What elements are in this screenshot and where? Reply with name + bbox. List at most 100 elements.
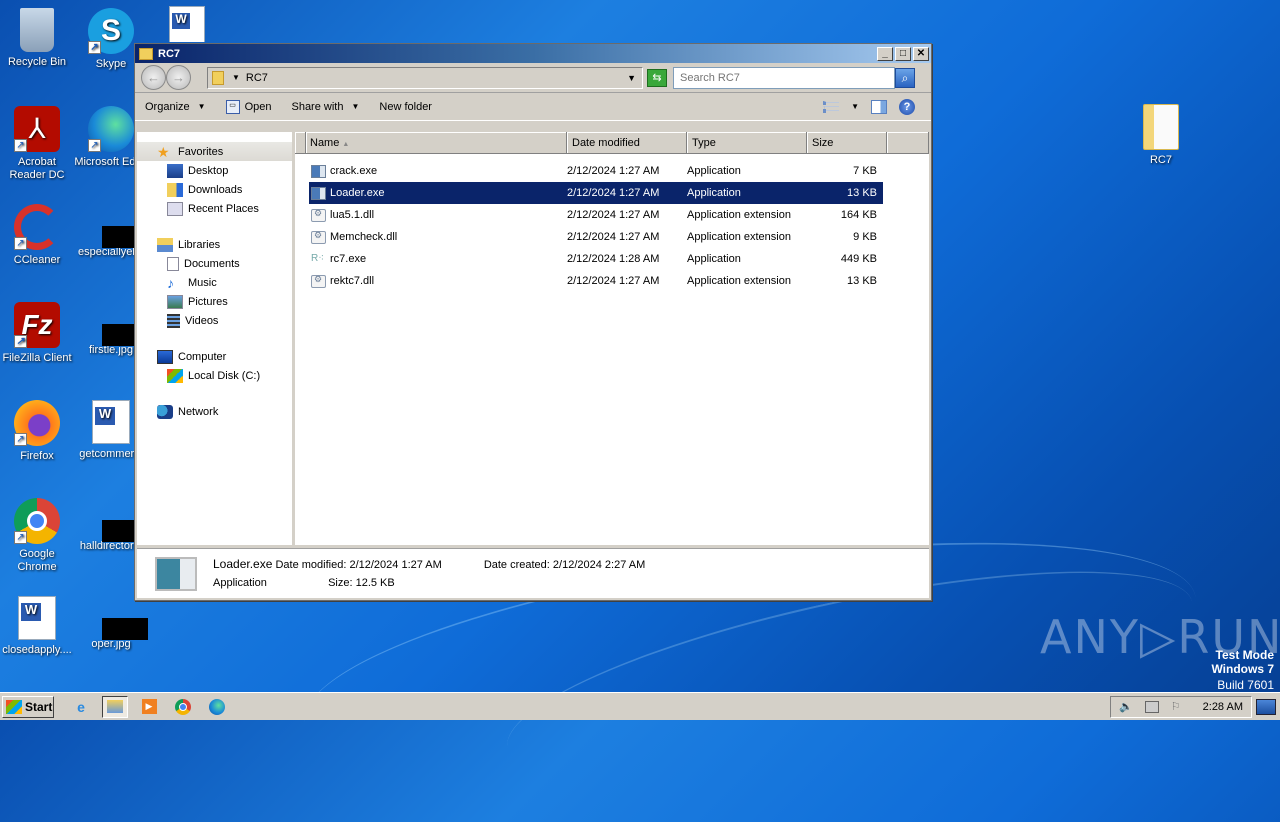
details-created: 2/12/2024 2:27 AM: [552, 558, 646, 571]
window-title: RC7: [158, 47, 181, 60]
network-tray-icon[interactable]: [1144, 700, 1159, 713]
close-button[interactable]: ✕: [913, 46, 929, 61]
column-size[interactable]: Size: [807, 132, 887, 154]
desktop-icon-chrome[interactable]: ↗ Google Chrome: [0, 498, 74, 574]
file-row[interactable]: rektc7.dll 2/12/2024 1:27 AM Application e…: [309, 270, 883, 292]
title-bar[interactable]: RC7 _ □ ✕: [135, 44, 931, 63]
help-icon[interactable]: ?: [899, 98, 915, 115]
nav-recent-places[interactable]: Recent Places: [137, 199, 292, 218]
word-doc-icon: W: [92, 400, 130, 444]
volume-icon[interactable]: 🔈: [1119, 700, 1133, 713]
libraries-icon: [157, 237, 173, 252]
image-file-icon: [88, 310, 148, 346]
nav-videos[interactable]: Videos: [137, 311, 292, 330]
view-dropdown-icon[interactable]: ▼: [851, 102, 859, 111]
address-bar[interactable]: ▼ RC7 ▼: [207, 66, 643, 89]
nav-downloads[interactable]: Downloads: [137, 180, 292, 199]
chrome-taskbar-icon[interactable]: [170, 696, 196, 718]
videos-icon: [167, 313, 180, 328]
nav-desktop[interactable]: Desktop: [137, 161, 292, 180]
search-box[interactable]: [673, 66, 895, 89]
file-row[interactable]: lua5.1.dll 2/12/2024 1:27 AM Application e…: [309, 204, 883, 226]
desktop-icon-firefox[interactable]: ↗ Firefox: [0, 400, 74, 463]
maximize-button[interactable]: □: [895, 46, 911, 61]
nav-music[interactable]: ♪ Music: [137, 273, 292, 292]
file-row[interactable]: R⁖ rc7.exe 2/12/2024 1:28 AM Application 449…: [309, 248, 883, 270]
file-row[interactable]: Memcheck.dll 2/12/2024 1:27 AM Application…: [309, 226, 883, 248]
show-desktop-button[interactable]: [1256, 698, 1276, 715]
details-filename: Loader.exe: [213, 557, 273, 571]
application-icon: [311, 186, 326, 200]
minimize-button[interactable]: _: [877, 46, 893, 61]
view-options-icon[interactable]: [823, 100, 840, 113]
open-icon: ▭: [225, 99, 240, 114]
details-modified-label: Date modified:: [275, 559, 347, 571]
nav-libraries[interactable]: Libraries: [137, 235, 292, 254]
search-input[interactable]: [680, 71, 894, 84]
file-date: 2/12/2024 1:27 AM: [567, 231, 660, 243]
word-doc-icon: W: [18, 596, 56, 640]
folder-icon: [1143, 104, 1179, 150]
nav-computer[interactable]: Computer: [137, 347, 292, 366]
internet-explorer-icon[interactable]: e: [68, 696, 94, 718]
file-size: 9 KB: [853, 231, 877, 243]
nav-documents[interactable]: Documents: [137, 254, 292, 273]
downloads-icon: [167, 182, 183, 197]
chevron-down-icon: ▼: [351, 102, 360, 111]
desktop-icon-acrobat[interactable]: ⅄ ↗ Acrobat Reader DC: [0, 106, 74, 182]
file-date: 2/12/2024 1:27 AM: [567, 275, 660, 287]
back-button[interactable]: ←: [141, 65, 166, 90]
edge-taskbar-icon[interactable]: [204, 696, 230, 718]
firefox-icon: ↗: [14, 400, 60, 446]
forward-button[interactable]: →: [166, 65, 191, 90]
dll-icon: [311, 230, 326, 244]
file-date: 2/12/2024 1:27 AM: [567, 209, 660, 221]
preview-pane-icon[interactable]: [871, 99, 887, 114]
chrome-icon: ↗: [14, 498, 60, 544]
nav-network[interactable]: Network: [137, 402, 292, 421]
refresh-button[interactable]: ⇆: [647, 68, 667, 87]
start-button[interactable]: Start: [2, 695, 54, 718]
nav-pictures[interactable]: Pictures: [137, 292, 292, 311]
computer-icon: [157, 349, 173, 364]
file-row[interactable]: crack.exe 2/12/2024 1:27 AM Application 7 K…: [309, 160, 883, 182]
action-center-flag-icon[interactable]: ⚐: [1171, 700, 1181, 713]
music-icon: ♪: [167, 274, 174, 291]
desktop-icon-ccleaner[interactable]: ↗ CCleaner: [0, 204, 74, 267]
image-file-icon: [88, 212, 148, 248]
clock[interactable]: 2:28 AM: [1203, 701, 1243, 713]
address-dropdown-icon[interactable]: ▼: [627, 73, 636, 83]
breadcrumb-chevron-icon[interactable]: ▼: [232, 73, 240, 82]
share-with-button[interactable]: Share with ▼: [291, 101, 359, 113]
file-date: 2/12/2024 1:28 AM: [567, 253, 660, 265]
desktop-icon-rc7-folder[interactable]: RC7: [1124, 104, 1198, 167]
column-name[interactable]: Name ▲: [306, 132, 567, 154]
organize-button[interactable]: Organize ▼: [145, 101, 206, 113]
file-row[interactable]: Loader.exe 2/12/2024 1:27 AM Application 13…: [309, 182, 883, 204]
nav-favorites[interactable]: ★ Favorites: [137, 142, 292, 161]
windows-logo-icon: [6, 699, 22, 714]
desktop-icon-recycle-bin[interactable]: Recycle Bin: [0, 8, 74, 69]
documents-icon: [167, 256, 179, 271]
application-icon: [155, 556, 197, 591]
search-button[interactable]: ⌕: [895, 67, 915, 88]
column-date-modified[interactable]: Date modified: [567, 132, 687, 154]
pictures-icon: [167, 294, 183, 309]
folder-icon: [139, 47, 153, 60]
desktop-icon-closedapply[interactable]: W closedapply....: [0, 596, 74, 657]
file-type: Application extension: [687, 231, 791, 243]
column-type[interactable]: Type: [687, 132, 807, 154]
media-player-icon[interactable]: ▶: [136, 696, 162, 718]
open-button[interactable]: ▭ Open: [225, 99, 271, 114]
desktop-icon-word-doc[interactable]: W: [150, 6, 224, 42]
rc7-app-icon: R⁖: [311, 252, 325, 264]
image-file-icon: [88, 506, 148, 542]
folder-icon: [107, 700, 123, 713]
desktop-icon-oper[interactable]: oper.jpg: [74, 604, 148, 651]
file-list: Name ▲ Date modified Type Size crack.exe…: [295, 132, 929, 545]
breadcrumb-rc7[interactable]: RC7: [246, 72, 268, 84]
new-folder-button[interactable]: New folder: [379, 101, 432, 113]
nav-local-disk[interactable]: Local Disk (C:): [137, 366, 292, 385]
desktop-icon-filezilla[interactable]: Fz ↗ FileZilla Client: [0, 302, 74, 365]
explorer-taskbar-button[interactable]: [102, 695, 128, 718]
